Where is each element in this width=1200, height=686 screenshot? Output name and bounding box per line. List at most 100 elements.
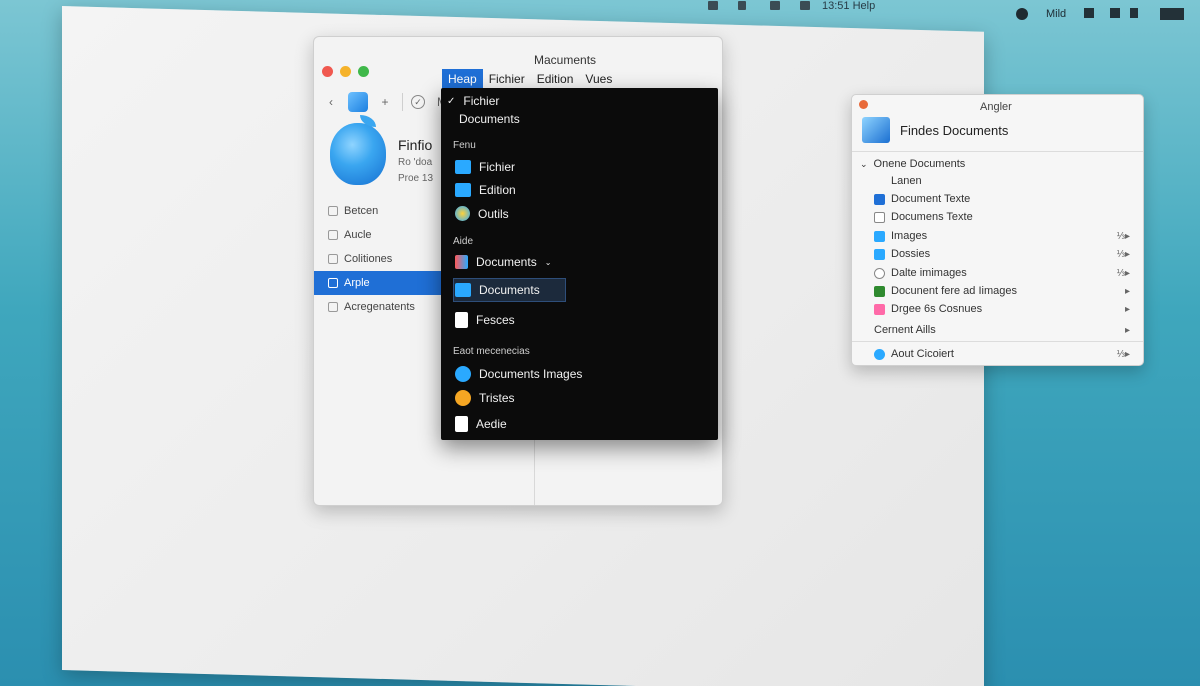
menu-item-documents-images[interactable]: Documents Images xyxy=(455,366,582,382)
menubar-icon-c[interactable] xyxy=(770,1,780,10)
dropdown-menu: ✓ Fichier Documents Fenu Fichier Edition … xyxy=(441,88,718,440)
document-icon xyxy=(455,416,468,432)
sidebar-item-colitiones[interactable]: Colitiones xyxy=(314,247,444,271)
panel-section-label: Onene Documents xyxy=(873,158,966,170)
divider xyxy=(852,151,1143,152)
list-item-label: Documens Texte xyxy=(891,211,973,223)
list-item[interactable]: Documens Texte xyxy=(874,208,1136,226)
sidebar-icon xyxy=(328,254,338,264)
gear-icon xyxy=(874,267,885,279)
sidebar-item-label: Aucle xyxy=(344,229,372,241)
list-item[interactable]: Document Texte xyxy=(874,190,1136,208)
menu-edition[interactable]: Edition xyxy=(531,69,580,89)
menu-item-label: Documents xyxy=(459,112,520,126)
list-item-about[interactable]: Aout Cicoiert ⅓▸ xyxy=(874,345,1136,363)
minimize-button[interactable] xyxy=(340,66,351,77)
menu-vues[interactable]: Vues xyxy=(579,69,618,89)
list-item[interactable]: Dalte imimages ⅓▸ xyxy=(874,264,1136,282)
status-text[interactable]: Mild xyxy=(1046,8,1066,20)
doc-icon xyxy=(874,211,885,223)
list-item-label: Lanen xyxy=(891,175,922,187)
list-item[interactable]: Lanen xyxy=(874,172,1136,190)
documents-panel: Angler Findes Documents ⌄ Onene Documents… xyxy=(851,94,1144,366)
blank-icon xyxy=(874,176,885,187)
list-item[interactable]: Dossies ⅓▸ xyxy=(874,245,1136,263)
list-item[interactable]: Drgee 6s Cosnues ▸ xyxy=(874,300,1136,318)
list-item-footer[interactable]: Cernent Aills ▸ xyxy=(874,321,1136,339)
menu-item-edition[interactable]: Edition xyxy=(455,183,516,197)
menu-item-documents-1[interactable]: Documents ⌄ xyxy=(455,255,551,269)
list-item-label: Dalte imimages xyxy=(891,267,967,279)
sidebar-item-arple[interactable]: Arple xyxy=(314,271,444,295)
folder-icon xyxy=(874,248,885,260)
app-icon xyxy=(455,255,468,269)
sidebar-item-aucle[interactable]: Aucle xyxy=(314,223,444,247)
sidebar-item-label: Acregenatents xyxy=(344,301,415,313)
menu-item-fesces[interactable]: Fesces xyxy=(455,312,515,328)
info-icon xyxy=(874,348,885,360)
panel-section[interactable]: ⌄ Onene Documents xyxy=(860,155,1122,173)
menu-item-documents-top[interactable]: Documents xyxy=(459,112,520,126)
status-icon-4[interactable] xyxy=(1160,8,1184,20)
menu-heap[interactable]: Heap xyxy=(442,69,483,89)
sidebar-item-acregenatents[interactable]: Acregenatents xyxy=(314,295,444,319)
menu-item-fichier[interactable]: Fichier xyxy=(455,160,515,174)
menu-item-label: Edition xyxy=(479,183,516,197)
apple-icon[interactable] xyxy=(348,92,368,112)
toolbar: ‹ + ✓ M xyxy=(322,91,451,113)
list-item-label: Aout Cicoiert xyxy=(891,348,954,360)
chevron-right-icon: ▸ xyxy=(1124,303,1130,315)
check-icon[interactable]: ✓ xyxy=(411,95,425,109)
menu-item-outils[interactable]: Outils xyxy=(455,206,509,221)
menubar-clock-help[interactable]: 13:51 Help xyxy=(822,0,875,12)
panel-title: Angler xyxy=(980,101,1012,113)
close-button[interactable] xyxy=(322,66,333,77)
sidebar-item-label: Colitiones xyxy=(344,253,393,265)
status-icon-2[interactable] xyxy=(1110,8,1120,18)
content-divider xyxy=(534,429,535,505)
add-icon[interactable]: + xyxy=(376,93,394,111)
chevron-right-icon: ⅓▸ xyxy=(1116,267,1130,279)
menu-section-aide: Aide xyxy=(453,236,474,247)
list-item-label: Document Texte xyxy=(891,193,971,205)
sidebar-icon xyxy=(328,278,338,288)
close-button[interactable] xyxy=(859,100,868,109)
window-menu: Heap Fichier Edition Vues xyxy=(442,69,618,89)
menubar-icon-a[interactable] xyxy=(708,1,718,10)
list-item-label: Cernent Aills xyxy=(874,324,936,336)
images-icon xyxy=(455,366,471,382)
list-item-label: Dossies xyxy=(891,248,931,260)
chevron-down-icon: ⌄ xyxy=(544,257,552,267)
menu-item-label: Fichier xyxy=(479,160,516,174)
list-item[interactable]: Images ⅓▸ xyxy=(874,227,1136,245)
back-icon[interactable]: ‹ xyxy=(322,93,340,111)
header-subtitle-2: Proe 13 xyxy=(398,173,434,184)
sidebar-item-label: Betcen xyxy=(344,205,379,217)
sidebar-item-betcen[interactable]: Betcen xyxy=(314,199,444,223)
header-title: Finfio xyxy=(398,137,433,153)
list-item-label: Images xyxy=(891,230,928,242)
menu-item-label: Outils xyxy=(478,206,509,221)
image-icon xyxy=(874,230,885,242)
menu-item-label: Fesces xyxy=(476,313,515,327)
folder-icon xyxy=(455,283,471,297)
chevron-right-icon: ⅓▸ xyxy=(1116,230,1130,242)
menu-item-aedie[interactable]: Aedie xyxy=(455,416,507,432)
sidebar-item-label: Arple xyxy=(344,277,370,289)
pen-icon xyxy=(874,193,885,205)
list-item[interactable]: Docunent fere ad Iimages ▸ xyxy=(874,282,1136,300)
finder-icon xyxy=(862,117,890,143)
menu-item-tristes[interactable]: Tristes xyxy=(455,390,515,406)
menubar-icon-b[interactable] xyxy=(738,1,746,10)
status-icon-1[interactable] xyxy=(1084,8,1094,18)
window-title: Macuments xyxy=(534,53,597,67)
chevron-right-icon: ▸ xyxy=(1124,324,1130,336)
list-item-label: Drgee 6s Cosnues xyxy=(891,303,983,315)
status-icon-3[interactable] xyxy=(1130,8,1138,18)
zoom-button[interactable] xyxy=(358,66,369,77)
status-avatar-icon[interactable] xyxy=(1016,8,1028,20)
menu-item-fichier-top[interactable]: ✓ Fichier xyxy=(447,94,499,108)
menu-item-documents-2[interactable]: Documents xyxy=(455,283,540,297)
menu-fichier[interactable]: Fichier xyxy=(483,69,531,89)
menubar-icon-d[interactable] xyxy=(800,1,810,10)
